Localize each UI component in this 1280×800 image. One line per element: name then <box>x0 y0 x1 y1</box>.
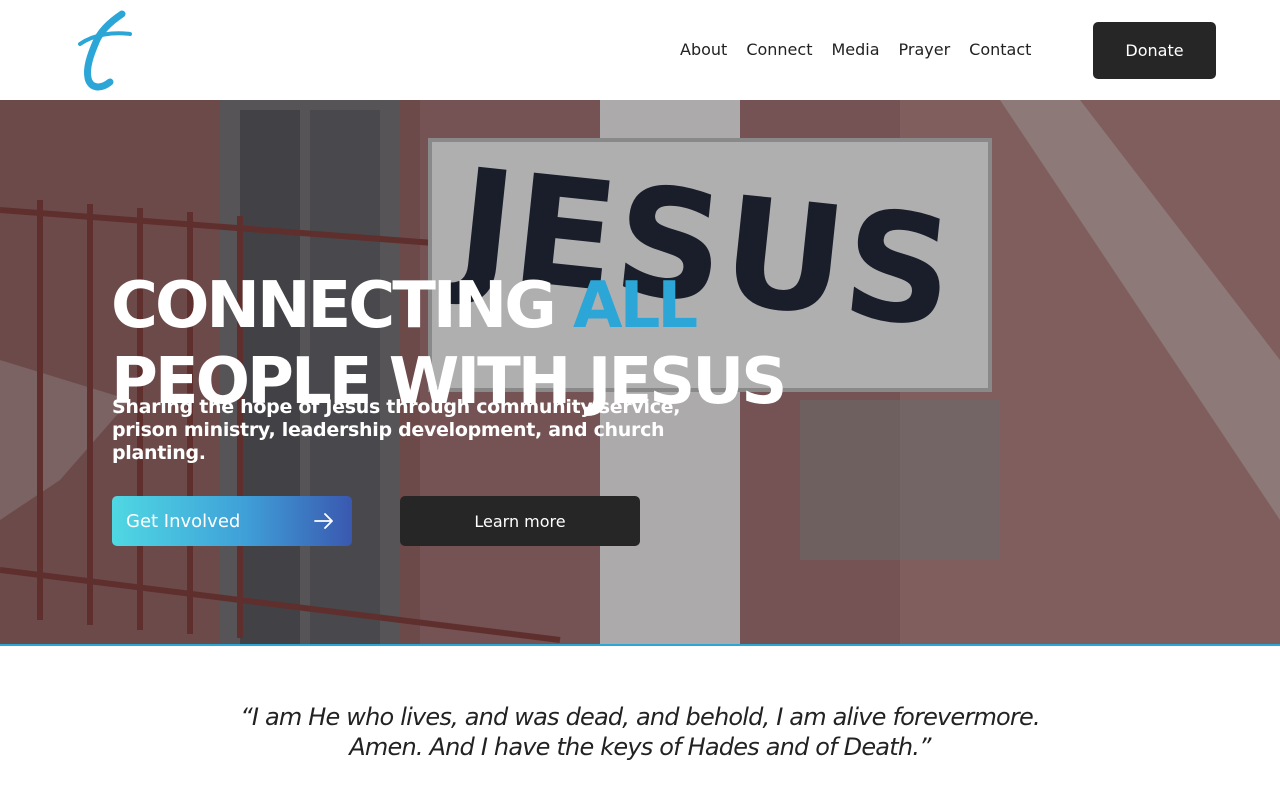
scripture-quote: “I am He who lives, and was dead, and be… <box>0 702 1280 762</box>
get-involved-label: Get Involved <box>126 510 241 532</box>
nav-connect[interactable]: Connect <box>746 38 812 62</box>
nav-prayer[interactable]: Prayer <box>899 38 951 62</box>
learn-more-button[interactable]: Learn more <box>400 496 640 546</box>
quote-line-1: “I am He who lives, and was dead, and be… <box>240 703 1040 731</box>
hero-title-line1: CONNECTING <box>111 269 574 343</box>
nav-about[interactable]: About <box>680 38 727 62</box>
donate-button[interactable]: Donate <box>1093 22 1216 79</box>
hero-divider <box>0 644 1280 646</box>
hero-subtitle: Sharing the hope of Jesus through commun… <box>112 396 681 464</box>
quote-line-2: Amen. And I have the keys of Hades and o… <box>349 733 931 761</box>
nav-media[interactable]: Media <box>831 38 879 62</box>
site-header: About Connect Media Prayer Contact Donat… <box>0 0 1280 100</box>
logo-icon[interactable] <box>70 8 140 92</box>
arrow-right-icon <box>314 513 333 529</box>
hero-title-accent: ALL <box>573 269 698 343</box>
hero-section: JESUS CONNECTING ALL PEOPLE WITH JESUS Sh… <box>0 100 1280 644</box>
get-involved-button[interactable]: Get Involved <box>112 496 352 546</box>
main-nav: About Connect Media Prayer Contact <box>680 38 1031 62</box>
nav-contact[interactable]: Contact <box>969 38 1031 62</box>
